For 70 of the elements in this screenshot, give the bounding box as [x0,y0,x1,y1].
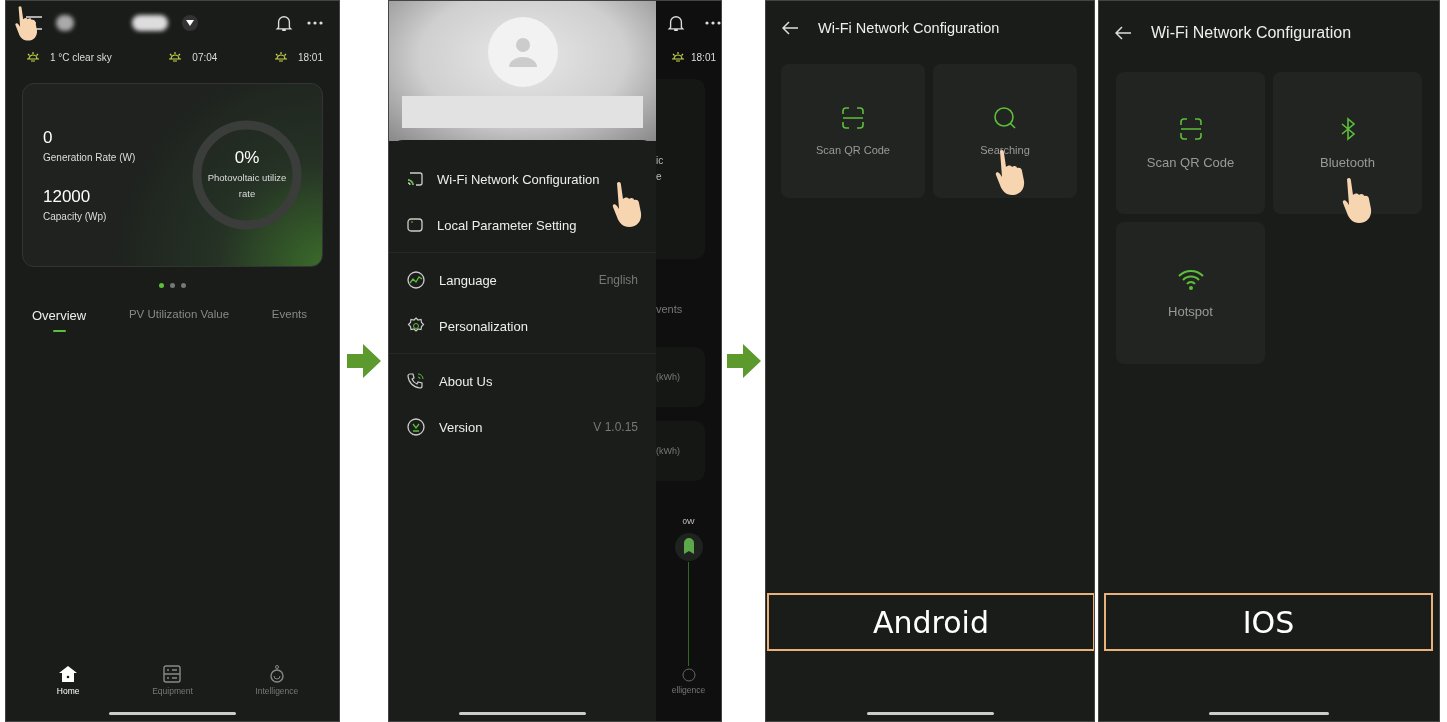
tab[interactable]: vents [656,303,683,315]
pager-dot[interactable] [159,283,164,288]
weather-text: 07:04 [192,51,218,63]
menu-item[interactable]: Version [439,419,580,435]
server-icon [162,665,183,683]
config-option[interactable]: Bluetooth [1273,72,1422,214]
platform-label: Android [767,593,1094,651]
right-arrow-icon [726,344,761,378]
back-arrow-icon[interactable] [782,21,798,35]
device-icon [407,217,423,233]
search-icon [993,106,1017,130]
page-title: Wi-Fi Network Configuration [818,20,1000,36]
config-option[interactable]: Searching [933,64,1077,198]
tab[interactable]: Events [271,308,307,332]
name-placeholder [132,15,168,31]
config-option[interactable]: Scan QR Code [781,64,925,198]
menu-value: English [598,273,638,287]
menu-item[interactable]: About Us [439,373,638,389]
logo-placeholder [56,15,74,31]
tab[interactable]: PV Utilization Value [128,308,230,332]
energy-label: (kWh) [656,446,681,456]
weather-text: 1 °C clear sky [50,51,112,63]
home-icon [58,665,79,683]
more-icon[interactable] [704,21,721,25]
card-text: ic e [656,154,665,184]
device-node-icon [673,532,704,562]
sun-icon [273,52,288,62]
sun-icon [671,52,685,62]
back-arrow-icon[interactable] [1115,26,1131,40]
cast-icon [407,171,423,187]
phone-icon [407,372,425,390]
stat-value: 0 [43,128,54,148]
bluetooth-icon [1339,116,1356,141]
power-value: 0W [682,517,695,526]
menu-item[interactable]: Wi-Fi Network Configuration [437,171,638,187]
nav-item[interactable]: elligence [671,685,706,695]
hand-pointer-icon [14,5,40,41]
bell-icon[interactable] [666,14,685,32]
config-option[interactable]: Hotspot [1116,222,1265,364]
bell-icon[interactable] [275,14,293,32]
menu-item[interactable]: Language [439,272,585,288]
sun-icon [26,52,40,62]
sunset-time: 18:01 [691,51,716,63]
dropdown-caret-icon[interactable] [182,15,198,31]
stat-value: 12000 [43,187,92,207]
config-option[interactable]: Scan QR Code [1116,72,1265,214]
globe-icon [407,271,425,289]
platform-label: IOS [1104,593,1433,651]
gauge-label: Photovoltaic utilize rate [207,171,287,201]
more-icon[interactable] [307,21,323,25]
right-arrow-icon [347,344,381,378]
scan-icon [1178,116,1203,141]
menu-item[interactable]: Personalization [439,318,638,334]
menu-value: V 1.0.15 [593,420,638,434]
pager-dot[interactable] [170,283,175,288]
tab[interactable]: Overview [32,308,87,332]
stat-label: Generation Rate (W) [43,152,136,163]
nav-item[interactable]: Intelligence [236,665,317,696]
page-title: Wi-Fi Network Configuration [1151,24,1352,42]
sun-icon [168,52,183,62]
version-icon [407,418,425,436]
nav-item[interactable]: Equipment [132,665,213,696]
gauge-value: 0% [234,148,260,168]
energy-label: (kWh) [656,372,681,382]
stat-label: Capacity (Wp) [43,211,108,222]
nav-item[interactable]: Home [28,665,109,696]
pager-dot[interactable] [181,283,186,288]
scan-icon [841,106,865,130]
weather-text: 18:01 [297,51,323,63]
wifi-icon [1177,267,1204,290]
